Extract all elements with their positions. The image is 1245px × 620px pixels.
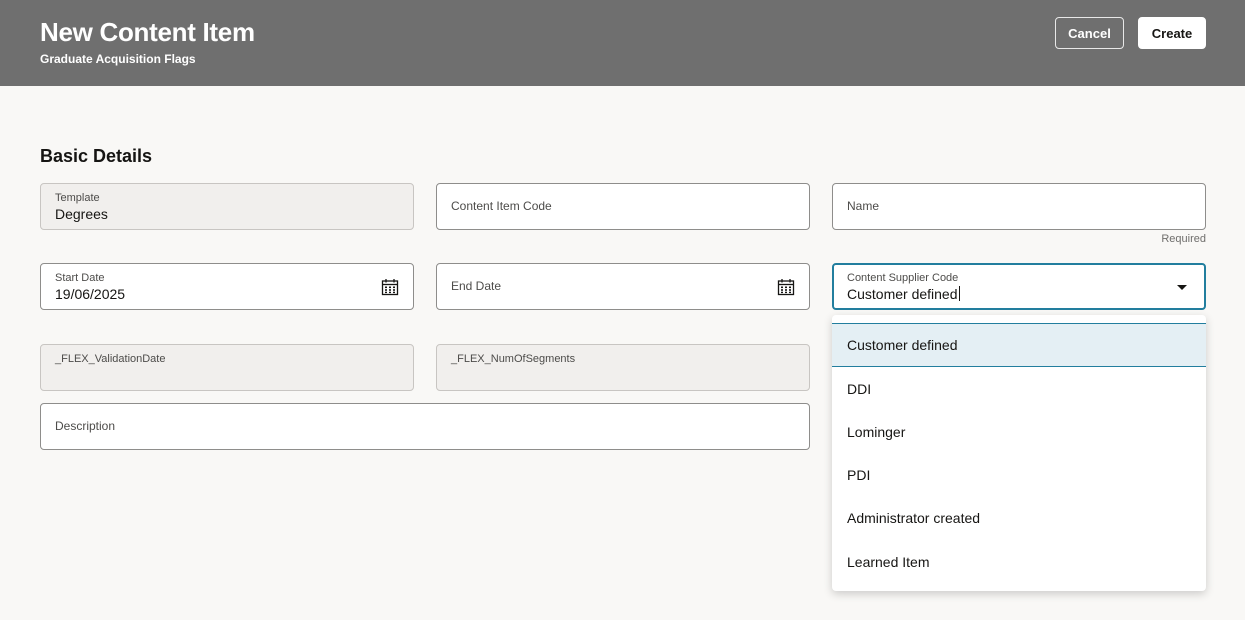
calendar-icon[interactable] xyxy=(381,278,399,296)
flex-num-of-segments-label: _FLEX_NumOfSegments xyxy=(451,353,576,365)
description-label: Description xyxy=(55,419,116,433)
dropdown-option-lominger[interactable]: Lominger xyxy=(832,410,1206,454)
content-supplier-code-label: Content Supplier Code xyxy=(847,272,959,284)
start-date-field[interactable]: Start Date 19/06/2025 xyxy=(40,263,414,310)
end-date-field[interactable]: End Date xyxy=(436,263,810,310)
end-date-label: End Date xyxy=(451,279,502,293)
content-supplier-code-value[interactable]: Customer defined xyxy=(847,286,958,302)
flex-validation-date-field: _FLEX_ValidationDate xyxy=(40,344,414,391)
description-field[interactable]: Description xyxy=(40,403,810,450)
chevron-down-icon[interactable] xyxy=(1177,285,1187,290)
text-cursor xyxy=(958,286,960,301)
create-button[interactable]: Create xyxy=(1138,17,1206,49)
content-supplier-code-select[interactable]: Content Supplier Code Customer defined xyxy=(832,263,1206,310)
start-date-label: Start Date xyxy=(55,272,105,284)
dropdown-option-pdi[interactable]: PDI xyxy=(832,453,1206,497)
page-subtitle: Graduate Acquisition Flags xyxy=(40,52,196,66)
dropdown-option-customer-defined[interactable]: Customer defined xyxy=(832,323,1206,367)
cancel-button[interactable]: Cancel xyxy=(1055,17,1124,49)
calendar-icon[interactable] xyxy=(777,278,795,296)
content-supplier-code-listbox: Customer defined DDI Lominger PDI Admini… xyxy=(832,315,1206,591)
dropdown-option-ddi[interactable]: DDI xyxy=(832,367,1206,411)
content-item-code-field[interactable]: Content Item Code xyxy=(436,183,810,230)
section-title: Basic Details xyxy=(40,146,153,166)
dropdown-option-administrator-created[interactable]: Administrator created xyxy=(832,496,1206,540)
dropdown-option-learned-item[interactable]: Learned Item xyxy=(832,540,1206,584)
name-required-helper: Required xyxy=(1161,233,1206,245)
flex-num-of-segments-field: _FLEX_NumOfSegments xyxy=(436,344,810,391)
template-field: Template Degrees xyxy=(40,183,414,230)
start-date-value[interactable]: 19/06/2025 xyxy=(55,286,125,302)
page-header: New Content Item Graduate Acquisition Fl… xyxy=(0,0,1245,86)
name-field[interactable]: Name xyxy=(832,183,1206,230)
template-label: Template xyxy=(55,192,100,204)
content-supplier-code-value-wrap[interactable]: Customer defined xyxy=(847,286,960,302)
template-value: Degrees xyxy=(55,206,108,222)
page-title: New Content Item xyxy=(40,17,255,47)
name-label: Name xyxy=(847,199,880,213)
flex-validation-date-label: _FLEX_ValidationDate xyxy=(55,353,166,365)
content-item-code-label: Content Item Code xyxy=(451,199,552,213)
